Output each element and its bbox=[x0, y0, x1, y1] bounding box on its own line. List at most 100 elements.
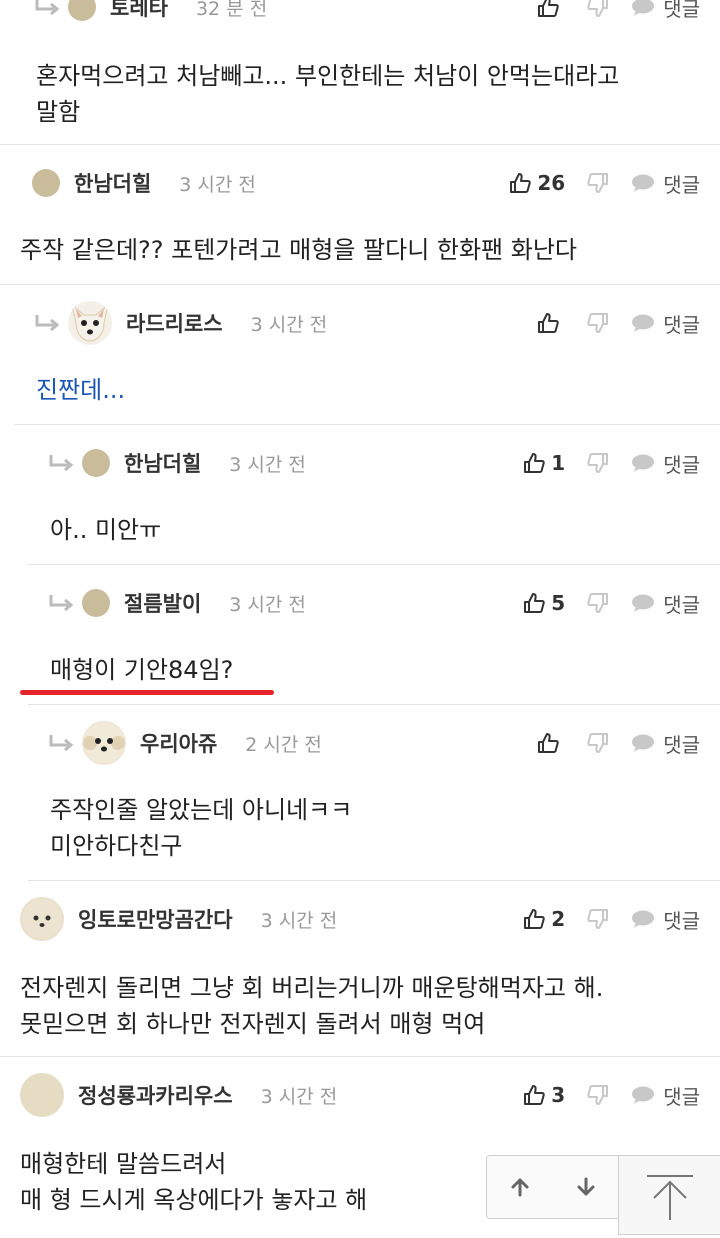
like-button[interactable] bbox=[537, 0, 565, 18]
scroll-to-top-button[interactable] bbox=[618, 1155, 720, 1235]
comment-author[interactable]: 잉토로만망곰간다 bbox=[78, 904, 233, 934]
like-button[interactable]: 5 bbox=[523, 591, 565, 615]
comment-item: 라드리로스 3 시간 전 댓글 진짠데... bbox=[14, 300, 720, 425]
reply-button[interactable]: 댓글 bbox=[631, 449, 700, 478]
comment-author[interactable]: 정성룡과카리우스 bbox=[78, 1080, 233, 1110]
comment-actions: 2 댓글 bbox=[501, 896, 700, 942]
thumbs-up-icon bbox=[538, 0, 559, 17]
comment-author[interactable]: 한남더힐 bbox=[124, 448, 201, 478]
like-count: 1 bbox=[551, 451, 566, 475]
dislike-button[interactable] bbox=[587, 592, 609, 614]
reply-button[interactable]: 댓글 bbox=[631, 589, 700, 618]
comment-text: 아.. 미안ㅠ bbox=[50, 516, 162, 544]
comment-time: 3 시간 전 bbox=[229, 453, 306, 476]
comment-time: 3 시간 전 bbox=[179, 173, 256, 196]
like-button[interactable] bbox=[537, 732, 565, 754]
reply-arrow-icon bbox=[35, 0, 60, 16]
reply-arrow-icon bbox=[49, 455, 74, 472]
comment-item: 절름발이 3 시간 전 5 댓글 매형이 기안84임? bbox=[20, 580, 720, 705]
dog-avatar-icon bbox=[71, 303, 109, 342]
reply-arrow-icon bbox=[49, 595, 74, 612]
like-button[interactable]: 26 bbox=[509, 171, 565, 195]
comment-actions: 5 댓글 bbox=[501, 580, 700, 626]
speech-bubble-icon bbox=[632, 314, 655, 332]
comment-text: 혼자먹으려고 처남빼고... 부인한테는 처남이 안먹는대라고 말함 bbox=[36, 62, 620, 126]
reply-label: 댓글 bbox=[663, 732, 700, 757]
speech-bubble-icon bbox=[632, 174, 655, 192]
reply-button[interactable]: 댓글 bbox=[631, 905, 700, 934]
comment-time: 3 시간 전 bbox=[229, 593, 306, 616]
comment-actions: 댓글 bbox=[515, 720, 700, 766]
comment-actions: 댓글 bbox=[515, 300, 700, 346]
reply-label: 댓글 bbox=[663, 452, 700, 477]
dislike-button[interactable] bbox=[587, 1084, 609, 1106]
comment-item: 잉토로만망곰간다 3 시간 전 2 댓글 전자렌지 돌리면 그냥 회 버리는거니… bbox=[0, 896, 720, 1057]
reply-button[interactable]: 댓글 bbox=[631, 1081, 700, 1110]
thumbs-up-icon bbox=[510, 173, 532, 193]
puppy-avatar-icon bbox=[22, 899, 62, 939]
comment-item: 한남더힐 3 시간 전 1 댓글 아.. 미안ㅠ bbox=[28, 440, 720, 565]
avatar[interactable] bbox=[20, 897, 64, 941]
red-underline-mark bbox=[20, 690, 274, 695]
comment-author[interactable]: 토레타 bbox=[110, 0, 168, 22]
thumbs-down-icon bbox=[587, 1085, 609, 1105]
dislike-button[interactable] bbox=[587, 908, 609, 930]
like-count: 2 bbox=[551, 907, 566, 931]
thumbs-up-icon bbox=[538, 313, 559, 333]
like-button[interactable]: 1 bbox=[523, 451, 565, 475]
reply-button[interactable]: 댓글 bbox=[631, 309, 700, 338]
like-button[interactable]: 3 bbox=[523, 1083, 565, 1107]
thumbs-up-icon bbox=[524, 909, 545, 929]
comment-actions: 1 댓글 bbox=[501, 440, 700, 486]
dislike-button[interactable] bbox=[587, 732, 609, 754]
reply-label: 댓글 bbox=[663, 592, 700, 617]
reply-button[interactable]: 댓글 bbox=[631, 729, 700, 758]
dislike-button[interactable] bbox=[587, 0, 609, 18]
dislike-button[interactable] bbox=[587, 312, 609, 334]
avatar[interactable] bbox=[82, 721, 126, 765]
thumbs-down-icon bbox=[587, 453, 609, 473]
comment-text: 매형한테 말씀드려서 매 형 드시게 옥상에다가 놓자고 해 bbox=[20, 1150, 368, 1214]
reply-arrow-icon bbox=[35, 315, 60, 332]
thumbs-down-icon bbox=[587, 909, 609, 929]
reply-button[interactable]: 댓글 bbox=[631, 0, 700, 22]
thumbs-up-icon bbox=[524, 593, 545, 613]
arrow-down-icon[interactable] bbox=[575, 1176, 597, 1198]
avatar[interactable] bbox=[82, 449, 110, 477]
reply-label: 댓글 bbox=[663, 172, 700, 197]
comment-author[interactable]: 절름발이 bbox=[124, 588, 201, 618]
thumbs-down-icon bbox=[587, 173, 609, 193]
like-button[interactable] bbox=[537, 312, 565, 334]
puppy-avatar-icon bbox=[83, 723, 125, 763]
comment-item: 한남더힐 3 시간 전 26 댓글 주작 같은데?? 포텐가려고 매형을 팔다니… bbox=[0, 160, 720, 285]
comment-text: 주작인줄 알았는데 아니네ㅋㅋ 미안하다친구 bbox=[50, 796, 353, 860]
comment-author[interactable]: 라드리로스 bbox=[126, 308, 223, 338]
like-count: 3 bbox=[551, 1083, 566, 1107]
thumbs-down-icon bbox=[587, 593, 609, 613]
speech-bubble-icon bbox=[632, 0, 655, 16]
arrow-up-icon[interactable] bbox=[509, 1176, 531, 1198]
comment-author[interactable]: 우리아쥬 bbox=[140, 728, 217, 758]
avatar[interactable] bbox=[68, 0, 96, 21]
reply-arrow-icon bbox=[49, 735, 74, 752]
like-button[interactable]: 2 bbox=[523, 907, 565, 931]
comment-text: 진짠데... bbox=[36, 376, 126, 404]
comment-text: 주작 같은데?? 포텐가려고 매형을 팔다니 한화팬 화난다 bbox=[20, 236, 578, 264]
thumbs-up-icon bbox=[524, 1085, 545, 1105]
avatar[interactable] bbox=[82, 589, 110, 617]
comment-time: 3 시간 전 bbox=[260, 909, 338, 932]
dislike-button[interactable] bbox=[587, 172, 609, 194]
comment-item: 토레타 32 분 전 댓글 혼자먹으려고 처남빼고... 부인한테는 처남이 안… bbox=[0, 0, 720, 145]
speech-bubble-icon bbox=[632, 910, 655, 928]
avatar[interactable] bbox=[20, 1073, 64, 1117]
speech-bubble-icon bbox=[632, 454, 655, 472]
reply-label: 댓글 bbox=[663, 0, 700, 21]
avatar[interactable] bbox=[68, 301, 112, 345]
comment-author[interactable]: 한남더힐 bbox=[74, 168, 151, 198]
scroll-nav bbox=[486, 1155, 620, 1219]
reply-button[interactable]: 댓글 bbox=[631, 169, 700, 198]
dislike-button[interactable] bbox=[587, 452, 609, 474]
speech-bubble-icon bbox=[632, 1086, 655, 1104]
avatar[interactable] bbox=[32, 169, 60, 197]
thumbs-down-icon bbox=[587, 733, 609, 753]
